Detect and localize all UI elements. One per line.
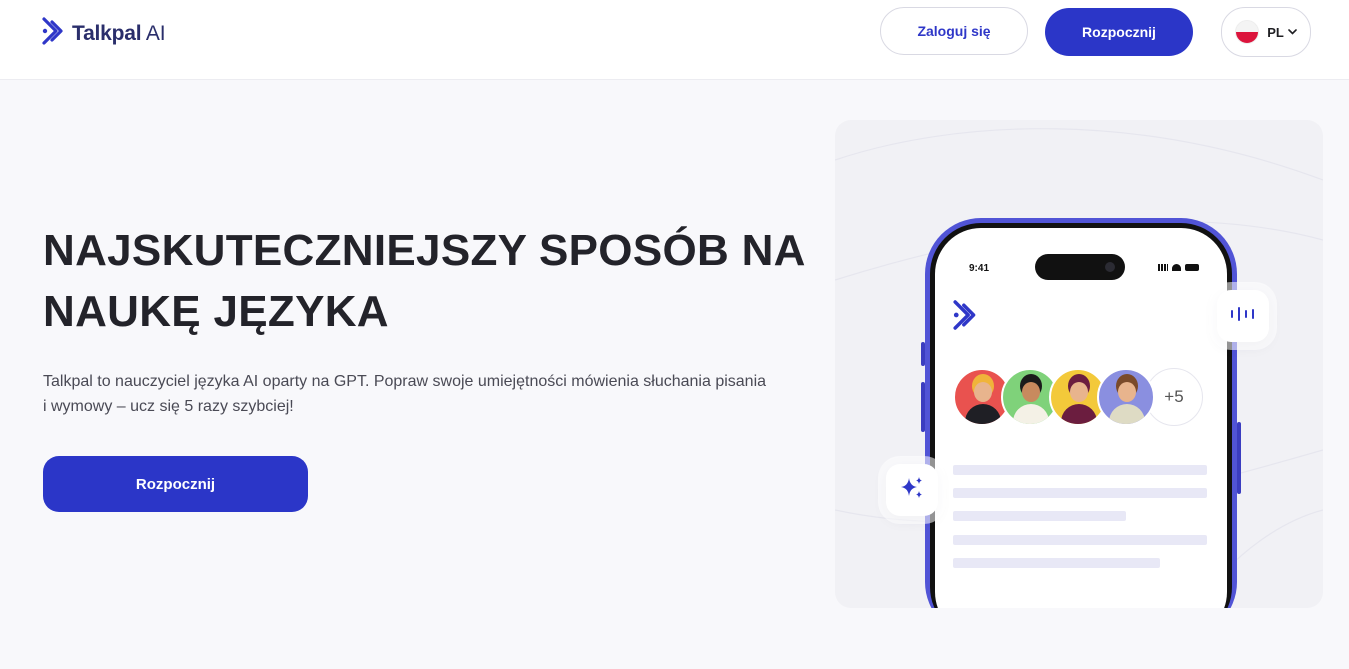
voice-bubble bbox=[1217, 290, 1269, 342]
hero-title-line-2: NAUKĘ JĘZYKA bbox=[43, 287, 389, 336]
hero-illustration: 9:41 +5 bbox=[835, 120, 1323, 608]
hero-subtitle-line-2: i wymowy – ucz się 5 razy szybciej! bbox=[43, 398, 294, 415]
status-time: 9:41 bbox=[969, 263, 990, 274]
signal-icon bbox=[1158, 264, 1168, 271]
voice-wave-icon bbox=[1230, 306, 1256, 327]
wifi-icon bbox=[1172, 264, 1181, 271]
placeholder-line bbox=[953, 558, 1160, 568]
language-code: PL bbox=[1267, 24, 1284, 40]
placeholder-line bbox=[953, 535, 1207, 545]
phone-side-button bbox=[921, 342, 925, 366]
hero-start-button[interactable]: Rozpocznij bbox=[43, 456, 308, 512]
brand-logo[interactable]: Talkpal AI bbox=[42, 16, 166, 51]
poland-flag-icon bbox=[1235, 20, 1260, 44]
header-start-button[interactable]: Rozpocznij bbox=[1045, 8, 1193, 56]
status-icons bbox=[1158, 264, 1199, 271]
phone-screen: 9:41 +5 bbox=[935, 228, 1227, 608]
tutor-avatars: +5 bbox=[953, 368, 1203, 426]
camera-icon bbox=[1105, 262, 1115, 272]
placeholder-line bbox=[953, 465, 1207, 475]
phone-mockup: 9:41 +5 bbox=[921, 218, 1241, 608]
talkpal-logo-icon bbox=[42, 16, 66, 51]
app-logo-icon bbox=[953, 298, 979, 337]
tutor-avatar bbox=[1097, 368, 1155, 426]
placeholder-line bbox=[953, 511, 1126, 521]
phone-side-button bbox=[1237, 422, 1241, 494]
phone-bezel: 9:41 +5 bbox=[930, 223, 1232, 608]
hero-title: NAJSKUTECZNIEJSZY SPOSÓB NA NAUKĘ JĘZYKA bbox=[43, 220, 833, 342]
dynamic-island bbox=[1035, 254, 1125, 280]
placeholder-line bbox=[953, 488, 1207, 498]
sparkle-bubble bbox=[886, 464, 938, 516]
hero-subtitle: Talkpal to nauczyciel języka AI oparty n… bbox=[43, 369, 803, 419]
chevron-down-icon bbox=[1288, 27, 1297, 38]
hero-title-line-1: NAJSKUTECZNIEJSZY SPOSÓB NA bbox=[43, 226, 806, 275]
phone-side-button bbox=[921, 382, 925, 432]
login-button[interactable]: Zaloguj się bbox=[880, 7, 1028, 55]
brand-name: Talkpal AI bbox=[72, 21, 166, 45]
sparkle-icon bbox=[899, 475, 925, 506]
hero-subtitle-line-1: Talkpal to nauczyciel języka AI oparty n… bbox=[43, 373, 767, 390]
battery-icon bbox=[1185, 264, 1199, 271]
language-selector[interactable]: PL bbox=[1221, 7, 1311, 57]
top-header: Talkpal AI Zaloguj się Rozpocznij PL bbox=[0, 0, 1349, 80]
